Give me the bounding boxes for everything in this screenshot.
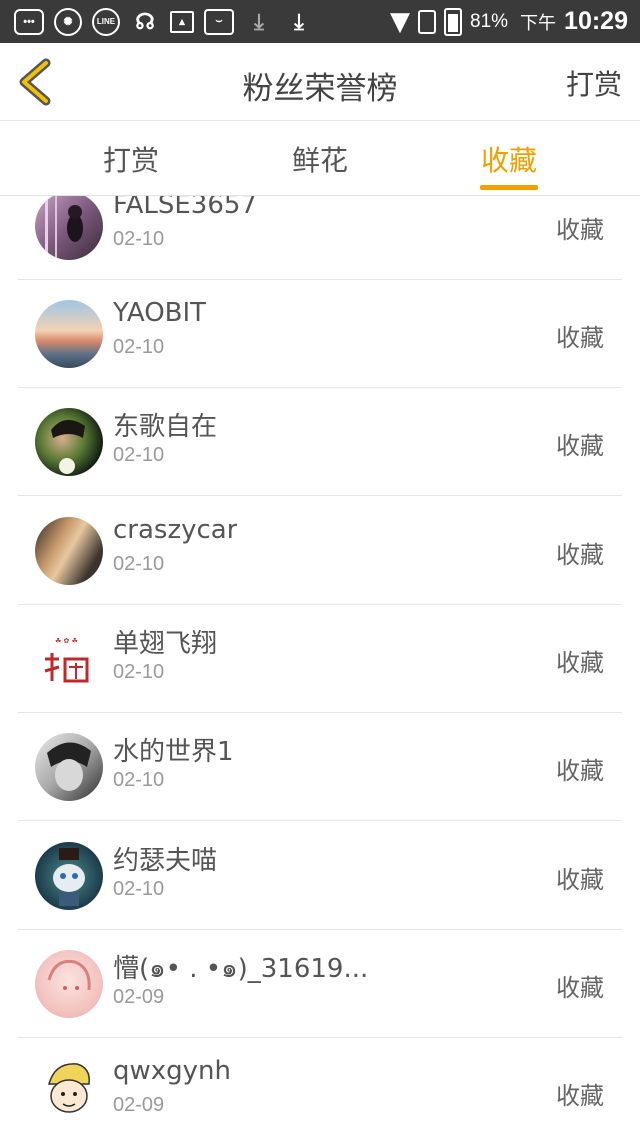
action-label: 收藏 [556, 324, 604, 352]
list-item[interactable]: 东歌自在 02-10 收藏 [18, 388, 622, 496]
avatar [35, 950, 103, 1018]
user-name: 约瑟夫喵 [113, 846, 218, 876]
list-item[interactable]: 懵(๑• . •๑)_31619... 02-09 收藏 [18, 930, 622, 1038]
image-icon: ▴ [170, 10, 194, 33]
list-item[interactable]: craszycar 02-10 收藏 [18, 497, 622, 605]
date: 02-09 [113, 986, 165, 1008]
action-label: 收藏 [556, 1082, 604, 1110]
date: 02-10 [113, 336, 165, 358]
action-label: 收藏 [556, 974, 604, 1002]
status-right: ▼ 81% 下午 10:29 [390, 7, 640, 37]
action-label: 收藏 [556, 866, 604, 894]
clock: 10:29 [564, 7, 628, 35]
user-name: qwxgynh [113, 1056, 232, 1086]
avatar [35, 733, 103, 801]
avatar [35, 300, 103, 368]
user-name: 水的世界1 [113, 737, 234, 767]
user-name: 懵(๑• . •๑)_31619... [113, 954, 369, 984]
headset-icon: ☊ [135, 8, 155, 34]
list-item[interactable]: FALSE3657 02-10 收藏 [18, 196, 622, 280]
line-icon: LINE [92, 7, 120, 36]
action-label: 收藏 [556, 541, 604, 569]
avatar: ☘ ✿ ☘ [35, 625, 103, 693]
avatar [35, 842, 103, 910]
aperture-icon: ✺ [54, 7, 82, 36]
action-label: 收藏 [556, 216, 604, 244]
list-item[interactable]: 水的世界1 02-10 收藏 [18, 713, 622, 821]
status-bar: ••• ✺ LINE ☊ ▴ ⌣ ⤓ ⤓ ▼ 81% 下午 10:29 [0, 0, 640, 43]
date: 02-10 [113, 444, 165, 466]
date: 02-09 [113, 1094, 165, 1116]
battery-icon [444, 7, 463, 36]
list-item[interactable]: ☘ ✿ ☘ 单翅飞翔 02-10 收藏 [18, 605, 622, 713]
wifi-icon: ▼ [390, 6, 411, 37]
avatar [35, 1058, 103, 1126]
action-label: 收藏 [556, 649, 604, 677]
date: 02-10 [113, 228, 165, 250]
active-tab-indicator [480, 185, 538, 190]
list-item[interactable]: 约瑟夫喵 02-10 收藏 [18, 822, 622, 930]
user-name: 东歌自在 [113, 412, 218, 442]
battery-percent: 81% [470, 10, 509, 32]
list-item[interactable]: YAOBIT 02-10 收藏 [18, 280, 622, 388]
avatar [35, 408, 103, 476]
tab-tip[interactable]: 打赏 [103, 139, 159, 179]
avatar [35, 196, 103, 260]
avatar [35, 517, 103, 585]
tip-button[interactable]: 打赏 [566, 63, 622, 103]
status-icons: ••• ✺ LINE ☊ ▴ ⌣ ⤓ ⤓ [0, 7, 390, 36]
fan-list[interactable]: FALSE3657 02-10 收藏 YAOBIT 02-10 收藏 东歌自在 … [0, 196, 640, 1138]
user-name: craszycar [113, 515, 238, 545]
download-icon: ⤓ [294, 8, 304, 34]
date: 02-10 [113, 878, 165, 900]
download-icon: ⤓ [254, 8, 264, 34]
user-name: FALSE3657 [113, 196, 257, 220]
ampm-label: 下午 [520, 12, 557, 34]
page-title: 粉丝荣誉榜 [242, 71, 398, 107]
more-icon: ••• [14, 8, 44, 35]
sim-icon [418, 9, 437, 34]
date: 02-10 [113, 769, 165, 791]
action-label: 收藏 [556, 757, 604, 785]
user-name: 单翅飞翔 [113, 629, 218, 659]
bag-icon: ⌣ [204, 8, 234, 35]
tab-flowers[interactable]: 鲜花 [292, 139, 348, 179]
tab-favorites[interactable]: 收藏 [481, 139, 537, 179]
tab-bar: 打赏 鲜花 收藏 [0, 121, 640, 196]
date: 02-10 [113, 661, 165, 683]
svg-text:☘ ✿ ☘: ☘ ✿ ☘ [55, 637, 78, 645]
list-item[interactable]: qwxgynh 02-09 收藏 [18, 1038, 622, 1138]
action-label: 收藏 [556, 432, 604, 460]
date: 02-10 [113, 553, 165, 575]
title-bar: 粉丝荣誉榜 打赏 [0, 43, 640, 121]
user-name: YAOBIT [113, 298, 207, 328]
